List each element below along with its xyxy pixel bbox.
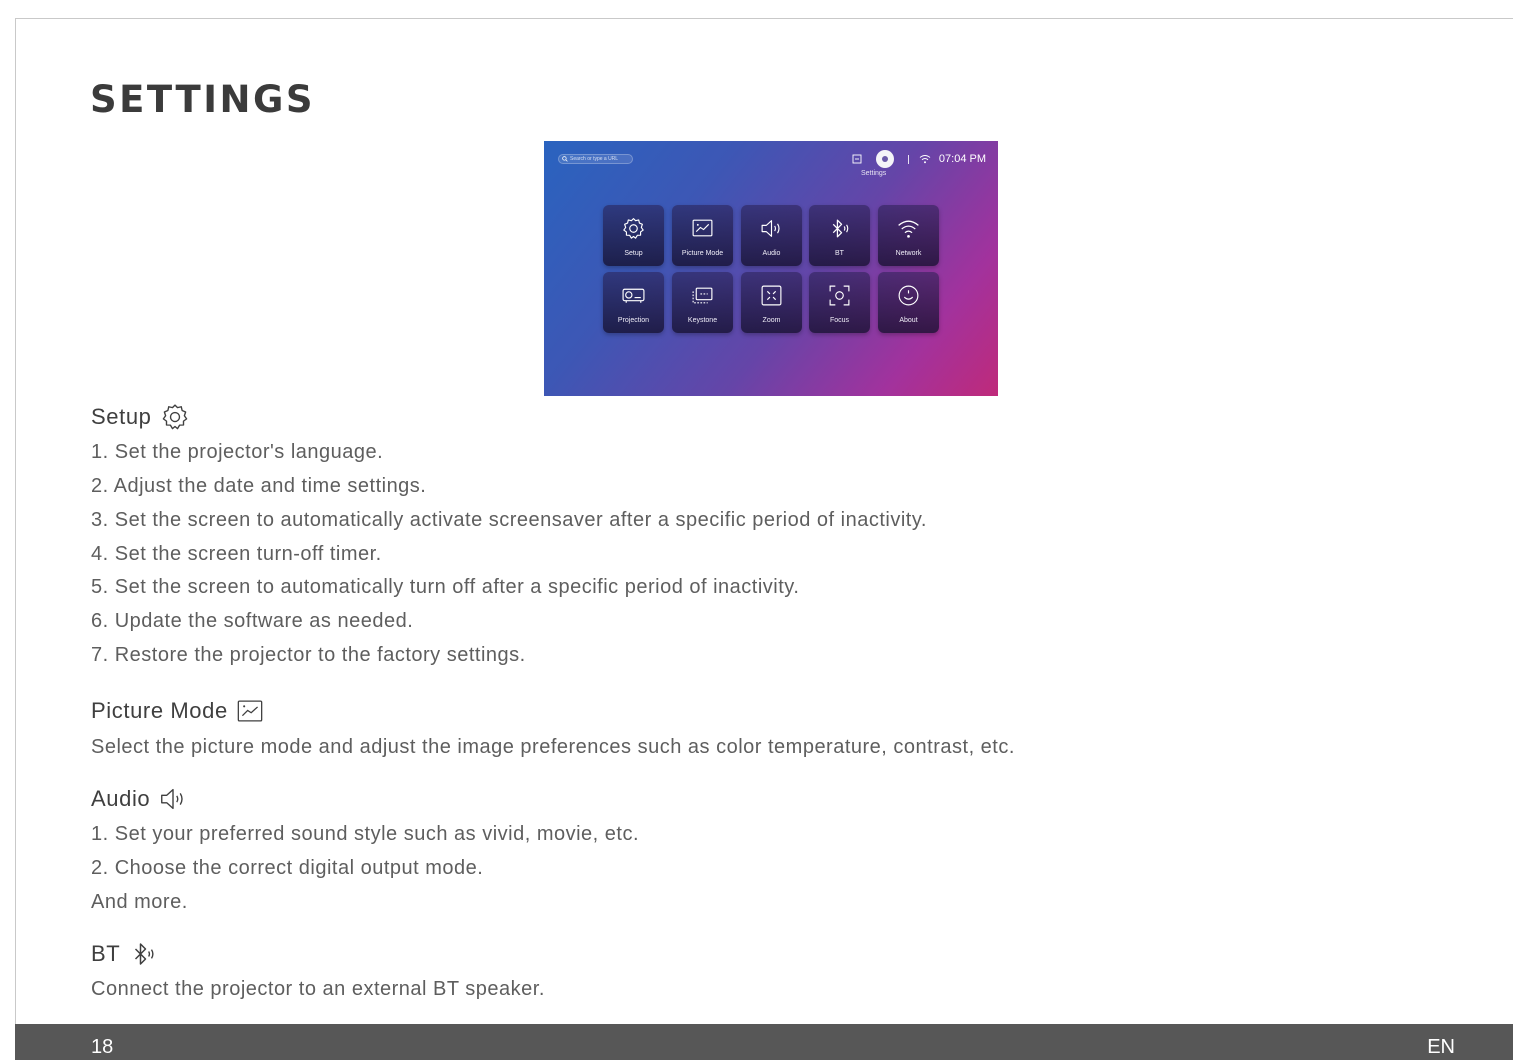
screen-search-bar: Search or type a URL: [558, 154, 633, 164]
tile-projection: Projection: [603, 272, 664, 333]
wifi-status-icon: [919, 155, 931, 164]
setup-step-5: 5. Set the screen to automatically turn …: [91, 576, 800, 598]
tile-label: Picture Mode: [681, 250, 724, 257]
bt-heading-text: BT: [91, 941, 121, 966]
page-title: SETTINGS: [90, 78, 315, 121]
tile-label: Projection: [617, 317, 650, 324]
picture-mode-icon: [237, 700, 263, 722]
tile-label: Focus: [829, 317, 850, 324]
setup-step-2: 2. Adjust the date and time settings.: [91, 475, 427, 497]
bt-heading: BT: [91, 939, 158, 969]
setup-step-3: 3. Set the screen to automatically activ…: [91, 509, 927, 531]
picture-mode-heading-text: Picture Mode: [91, 698, 228, 723]
wifi-icon: [898, 220, 919, 238]
tile-label: Setup: [624, 250, 643, 257]
setup-heading-text: Setup: [91, 404, 152, 429]
input-source-icon: [852, 154, 862, 164]
clock: 07:04 PM: [938, 153, 986, 165]
picture-mode-heading: Picture Mode: [91, 697, 264, 725]
tile-zoom: Zoom: [741, 272, 802, 333]
picture-mode-description: Select the picture mode and adjust the i…: [91, 736, 1015, 758]
bluetooth-audio-icon: [135, 943, 154, 965]
screen-status-bar: 07:04 PM: [852, 149, 986, 169]
audio-heading: Audio: [91, 784, 188, 814]
picture-mode-icon: [692, 219, 713, 237]
smile-icon: [898, 285, 919, 306]
tile-label: Network: [895, 250, 922, 257]
speaker-icon: [761, 220, 780, 237]
tile-focus: Focus: [809, 272, 870, 333]
tile-label: BT: [835, 250, 844, 257]
bt-description: Connect the projector to an external BT …: [91, 978, 545, 1000]
tile-keystone: Keystone: [672, 272, 733, 333]
gear-icon: [162, 404, 187, 430]
language-code: EN: [1427, 1036, 1455, 1058]
tile-picture-mode: Picture Mode: [672, 205, 733, 266]
tile-label: Zoom: [762, 317, 781, 324]
tile-setup: Setup: [603, 205, 664, 266]
keystone-icon: [692, 287, 713, 304]
setup-step-1: 1. Set the projector's language.: [91, 441, 384, 463]
setup-heading: Setup: [91, 402, 190, 432]
setup-step-6: 6. Update the software as needed.: [91, 610, 414, 632]
page-number: 18: [91, 1036, 114, 1058]
tile-bt: BT: [809, 205, 870, 266]
tile-about: About: [878, 272, 939, 333]
tile-network: Network: [878, 205, 939, 266]
speaker-icon: [161, 788, 183, 810]
bluetooth-audio-icon: [832, 219, 849, 238]
audio-heading-text: Audio: [91, 786, 151, 811]
focus-icon: [829, 285, 850, 306]
search-placeholder: Search or type a URL: [570, 156, 619, 162]
search-icon: [562, 156, 568, 162]
setup-step-7: 7. Restore the projector to the factory …: [91, 644, 526, 666]
audio-step-1: 1. Set your preferred sound style such a…: [91, 823, 640, 845]
setup-step-4: 4. Set the screen turn-off timer.: [91, 543, 382, 565]
tile-label: About: [899, 317, 918, 324]
page-left-rule: [15, 18, 16, 1024]
audio-step-2: 2. Choose the correct digital output mod…: [91, 857, 484, 879]
tile-audio: Audio: [741, 205, 802, 266]
settings-label: Settings: [861, 170, 887, 177]
gear-icon: [623, 218, 644, 239]
status-divider: [907, 154, 909, 164]
settings-icon: [875, 150, 894, 168]
projector-icon: [622, 288, 645, 303]
audio-more: And more.: [91, 891, 188, 913]
zoom-icon: [761, 285, 782, 306]
page-footer: 18 EN: [15, 1024, 1513, 1060]
projector-settings-screenshot: Search or type a URL 07:04 PM Settings S…: [544, 141, 998, 396]
tile-label: Audio: [762, 250, 781, 257]
tile-label: Keystone: [687, 317, 718, 324]
page-top-rule: [15, 18, 1513, 19]
